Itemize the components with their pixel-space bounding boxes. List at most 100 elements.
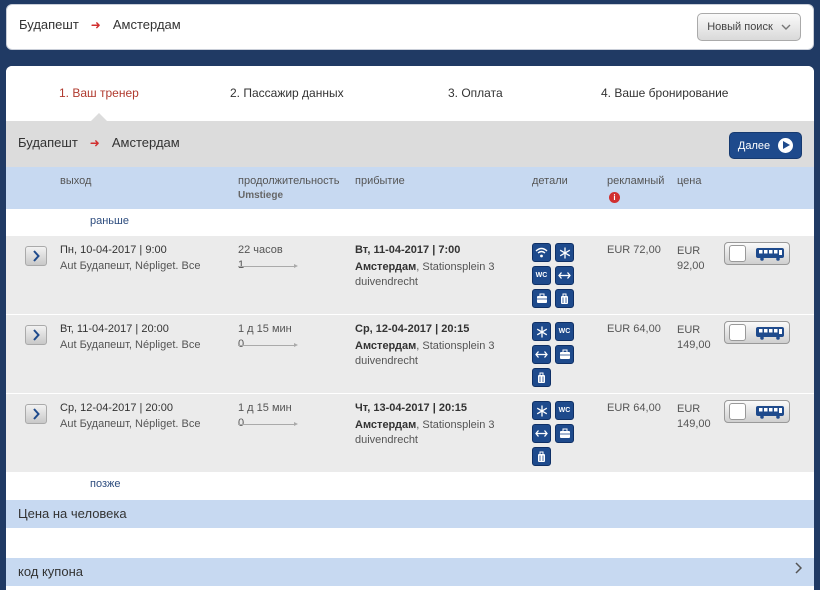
route-bar: Будапешт ➜ Амстердам Далее xyxy=(6,113,814,167)
promo-price: EUR 72,00 xyxy=(607,244,661,256)
duration-cell: 1 д 15 мин 0 xyxy=(238,402,298,429)
select-checkbox[interactable] xyxy=(729,403,746,420)
departure-station: Aut Будапешт, Népliget. Все xyxy=(60,260,201,272)
journey-row[interactable]: Пн, 10-04-2017 | 9:00 Aut Будапешт, Népl… xyxy=(6,236,814,315)
origin-city: Будапешт xyxy=(19,17,79,32)
next-button[interactable]: Далее xyxy=(729,132,802,159)
departure-station: Aut Будапешт, Népliget. Все xyxy=(60,418,201,430)
search-summary-panel: Будапешт ➜ Амстердам Новый поиск xyxy=(6,4,814,50)
booking-steps: 1. Ваш тренер 2. Пассажир данных 3. Опла… xyxy=(6,66,814,121)
arrival-district: duivendrecht xyxy=(355,434,418,446)
duration-value: 1 д 15 мин xyxy=(238,402,292,414)
legroom-icon xyxy=(532,424,551,443)
arrival-cell: Ср, 12-04-2017 | 20:15 Амстердам, Statio… xyxy=(355,323,525,369)
arrival-city: Амстердам xyxy=(355,340,417,352)
chevron-right-icon xyxy=(794,562,803,577)
col-arrival: прибытие xyxy=(355,175,405,187)
expand-row-button[interactable] xyxy=(25,325,47,345)
wifi-icon xyxy=(532,243,551,262)
journey-row[interactable]: Вт, 11-04-2017 | 20:00 Aut Будапешт, Nép… xyxy=(6,315,814,394)
transfers-value: 0 xyxy=(238,417,245,429)
select-journey-button[interactable] xyxy=(724,321,790,344)
legroom-icon xyxy=(555,266,574,285)
promo-price: EUR 64,00 xyxy=(607,323,661,335)
destination-city: Амстердам xyxy=(112,17,181,32)
new-search-button[interactable]: Новый поиск xyxy=(697,13,801,41)
step-1-coach[interactable]: 1. Ваш тренер xyxy=(59,86,139,100)
origin-city: Будапешт xyxy=(18,135,78,150)
price-per-person-section[interactable]: Цена на человека xyxy=(6,500,814,528)
transfers-value: 1 xyxy=(238,259,245,271)
baggage-icon xyxy=(532,447,551,466)
arrival-district: duivendrecht xyxy=(355,276,418,288)
col-departure: выход xyxy=(60,175,92,187)
arrival-cell: Чт, 13-04-2017 | 20:15 Амстердам, Statio… xyxy=(355,402,525,448)
select-checkbox[interactable] xyxy=(729,324,746,341)
wc-icon: WC xyxy=(555,322,574,341)
route-arrow-icon: ➜ xyxy=(90,17,101,32)
col-transfers: Umstiege xyxy=(238,190,284,201)
duration-line xyxy=(238,264,298,268)
step-3-payment[interactable]: 3. Оплата xyxy=(448,86,503,100)
step-4-booking[interactable]: 4. Ваше бронирование xyxy=(601,86,728,100)
duration-cell: 22 часов 1 xyxy=(238,244,298,271)
departure-station: Aut Будапешт, Népliget. Все xyxy=(60,339,201,351)
luggage-icon xyxy=(555,424,574,443)
price-cell: EUR 149,00 xyxy=(677,402,717,432)
col-duration: продолжительность xyxy=(238,175,340,187)
select-journey-button[interactable] xyxy=(724,242,790,265)
arrival-city: Амстердам xyxy=(355,261,417,273)
duration-line xyxy=(238,422,298,426)
coupon-label: код купона xyxy=(18,564,83,579)
price-currency: EUR xyxy=(677,245,701,257)
later-link[interactable]: позже xyxy=(90,478,120,490)
step-2-passenger[interactable]: 2. Пассажир данных xyxy=(230,86,344,100)
arrival-cell: Вт, 11-04-2017 | 7:00 Амстердам, Station… xyxy=(355,244,525,290)
expand-row-button[interactable] xyxy=(25,404,47,424)
arrival-district: duivendrecht xyxy=(355,355,418,367)
promo-price: EUR 64,00 xyxy=(607,402,661,414)
route-arrow-icon: ➜ xyxy=(89,135,100,150)
departure-datetime: Вт, 11-04-2017 | 20:00 xyxy=(60,323,169,335)
snowflake-icon xyxy=(532,401,551,420)
earlier-row: раньше xyxy=(6,209,814,235)
duration-cell: 1 д 15 мин 0 xyxy=(238,323,298,350)
play-icon xyxy=(778,138,794,153)
route-bar-route: Будапешт ➜ Амстердам xyxy=(18,135,180,150)
expand-row-button[interactable] xyxy=(25,246,47,266)
price-value: 149,00 xyxy=(677,418,711,430)
next-label: Далее xyxy=(737,139,771,152)
arrival-address: , Stationsplein 3 xyxy=(416,340,495,352)
search-route: Будапешт ➜ Амстердам xyxy=(19,17,181,32)
arrival-datetime: Чт, 13-04-2017 | 20:15 xyxy=(355,402,467,414)
results-column-header: выход продолжительность Umstiege прибыти… xyxy=(6,167,814,209)
wc-icon: WC xyxy=(555,401,574,420)
col-details: детали xyxy=(532,175,568,187)
price-value: 149,00 xyxy=(677,339,711,351)
destination-city: Амстердам xyxy=(111,135,180,150)
snowflake-icon xyxy=(532,322,551,341)
arrival-station: Амстердам, Stationsplein 3 duivendrecht xyxy=(355,418,525,448)
arrival-datetime: Вт, 11-04-2017 | 7:00 xyxy=(355,244,461,256)
select-journey-button[interactable] xyxy=(724,400,790,423)
arrival-station: Амстердам, Stationsplein 3 duivendrecht xyxy=(355,260,525,290)
departure-cell: Ср, 12-04-2017 | 20:00 Aut Будапешт, Nép… xyxy=(60,402,200,430)
select-checkbox[interactable] xyxy=(729,245,746,262)
earlier-link[interactable]: раньше xyxy=(90,215,129,227)
price-cell: EUR 149,00 xyxy=(677,323,717,353)
arrival-address: , Stationsplein 3 xyxy=(416,419,495,431)
luggage-icon xyxy=(555,345,574,364)
coupon-section[interactable]: код купона xyxy=(6,558,814,586)
journey-row[interactable]: Ср, 12-04-2017 | 20:00 Aut Будапешт, Nép… xyxy=(6,394,814,473)
baggage-icon xyxy=(532,368,551,387)
arrival-station: Амстердам, Stationsplein 3 duivendrecht xyxy=(355,339,525,369)
duration-value: 1 д 15 мин xyxy=(238,323,292,335)
arrival-city: Амстердам xyxy=(355,419,417,431)
snowflake-icon xyxy=(555,243,574,262)
departure-datetime: Ср, 12-04-2017 | 20:00 xyxy=(60,402,173,414)
arrival-address: , Stationsplein 3 xyxy=(416,261,495,273)
col-promo: рекламный xyxy=(607,175,665,187)
info-icon[interactable]: i xyxy=(609,192,620,203)
price-value: 92,00 xyxy=(677,260,705,272)
price-cell: EUR 92,00 xyxy=(677,244,717,274)
